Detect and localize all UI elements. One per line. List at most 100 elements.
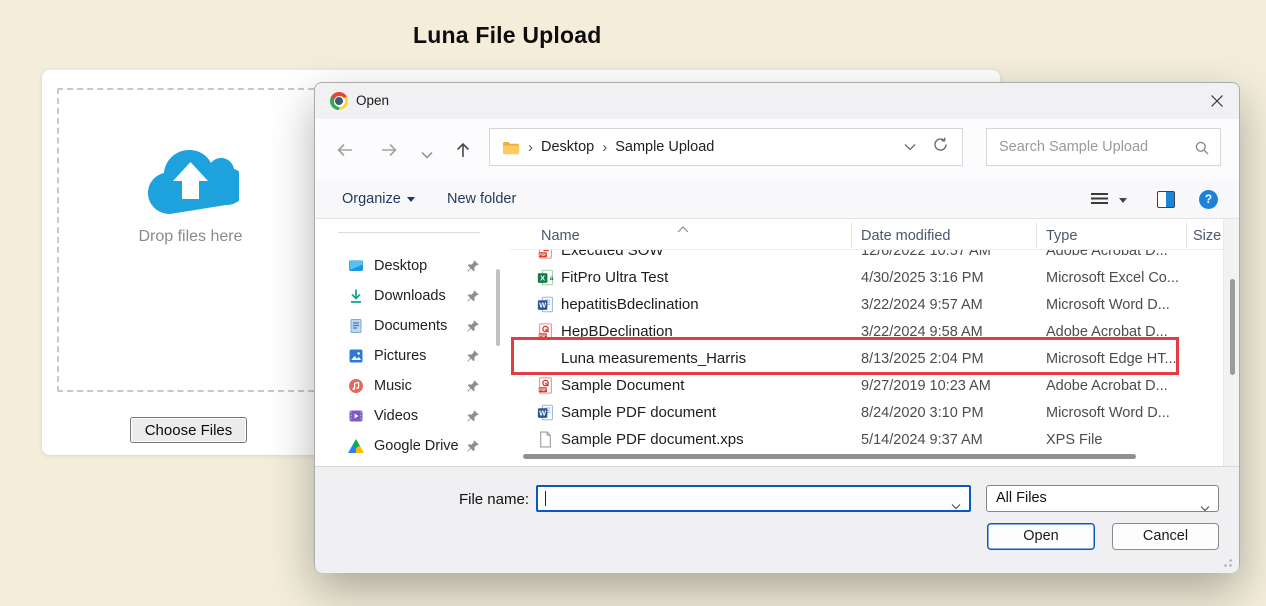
close-icon[interactable] (1208, 92, 1226, 110)
file-name: Luna measurements_Harris (561, 350, 746, 367)
dialog-navigation-bar: › Desktop › Sample Upload (315, 119, 1239, 181)
breadcrumb-item-sample-upload[interactable]: Sample Upload (615, 139, 714, 155)
text-cursor (545, 491, 546, 506)
sidebar-item-label: Music (374, 378, 412, 394)
file-name-combobox (536, 485, 971, 512)
search-input[interactable] (987, 129, 1220, 165)
vertical-scrollbar-thumb[interactable] (1230, 279, 1235, 375)
refresh-icon[interactable] (932, 136, 949, 158)
file-name: Sample Document (561, 377, 684, 394)
up-arrow-icon[interactable] (453, 140, 473, 160)
sidebar-item-documents[interactable]: Documents (348, 311, 480, 341)
organize-caret-icon (407, 197, 415, 202)
file-name-dropdown-icon[interactable] (951, 497, 961, 515)
file-type: Microsoft Word D... (1046, 297, 1170, 313)
search-box (986, 128, 1221, 166)
breadcrumb[interactable]: › Desktop › Sample Upload (489, 128, 963, 166)
word-file-icon: W (537, 296, 554, 313)
pin-icon (466, 409, 480, 423)
sidebar-item-downloads[interactable]: Downloads (348, 281, 480, 311)
breadcrumb-item-desktop[interactable]: Desktop (541, 139, 594, 155)
column-header-name[interactable]: Name (541, 228, 580, 244)
file-type-select[interactable]: All Files (986, 485, 1219, 512)
organize-menu[interactable]: Organize (342, 191, 415, 207)
file-date-modified: 8/24/2020 3:10 PM (861, 405, 984, 421)
desktop-icon (348, 258, 364, 274)
file-row-sample-pdf-document[interactable]: WSample PDF document8/24/2020 3:10 PMMic… (509, 399, 1223, 426)
open-file-dialog: Open › Des (314, 82, 1240, 572)
svg-text:W: W (539, 300, 546, 309)
pin-icon (466, 439, 480, 453)
file-name-label: File name: (447, 491, 529, 508)
file-name: FitPro Ultra Test (561, 269, 668, 286)
sidebar-item-label: Pictures (374, 348, 426, 364)
list-view-icon[interactable] (1091, 193, 1108, 206)
chevron-down-icon[interactable] (417, 146, 437, 166)
file-date-modified: 5/14/2024 9:37 AM (861, 432, 983, 448)
breadcrumb-separator: › (602, 139, 607, 156)
file-type: Adobe Acrobat D... (1046, 378, 1168, 394)
file-name: hepatitisBdeclination (561, 296, 699, 313)
pin-icon (466, 319, 480, 333)
file-type: Adobe Acrobat D... (1046, 324, 1168, 340)
folder-icon (502, 140, 520, 155)
file-row-hepbdeclination[interactable]: PDFHepBDeclination3/22/2024 9:58 AMAdobe… (509, 318, 1223, 345)
help-icon[interactable]: ? (1199, 190, 1218, 209)
choose-files-button[interactable]: Choose Files (130, 417, 247, 443)
search-icon (1194, 140, 1210, 161)
sidebar-item-desktop[interactable]: Desktop (348, 251, 480, 281)
music-icon (348, 378, 364, 394)
vertical-scrollbar-track[interactable] (1223, 219, 1239, 466)
svg-text:PDF: PDF (539, 388, 547, 392)
file-date-modified: 3/22/2024 9:58 AM (861, 324, 983, 340)
file-name: Sample PDF document (561, 404, 716, 421)
open-button[interactable]: Open (987, 523, 1095, 550)
file-name-input[interactable] (538, 487, 969, 510)
file-list: PDFExecuted SOW12/6/2022 10:57 AMAdobe A… (509, 219, 1223, 466)
forward-arrow-icon[interactable] (379, 140, 399, 160)
chrome-icon (330, 92, 348, 110)
cloud-upload-icon (142, 138, 239, 222)
pin-icon (466, 379, 480, 393)
cancel-button[interactable]: Cancel (1112, 523, 1219, 550)
sidebar-item-label: Downloads (374, 288, 446, 304)
sidebar-item-videos[interactable]: Videos (348, 401, 480, 431)
pdf-file-icon: PDF (537, 377, 554, 394)
sidebar-item-google-drive[interactable]: Google Drive ( (348, 431, 480, 461)
documents-icon (348, 318, 364, 334)
pin-icon (466, 259, 480, 273)
column-header-size[interactable]: Size (1193, 228, 1221, 244)
file-date-modified: 4/30/2025 3:16 PM (861, 270, 984, 286)
file-row-fitpro-ultra-test[interactable]: XaFitPro Ultra Test4/30/2025 3:16 PMMicr… (509, 264, 1223, 291)
preview-pane-icon[interactable] (1157, 191, 1175, 208)
xps-file-icon (537, 431, 554, 448)
column-header-type[interactable]: Type (1046, 228, 1077, 244)
view-dropdown-icon[interactable] (1119, 198, 1127, 203)
dialog-title: Open (356, 93, 389, 108)
sidebar-item-pictures[interactable]: Pictures (348, 341, 480, 371)
file-row-sample-pdf-document-xps[interactable]: Sample PDF document.xps5/14/2024 9:37 AM… (509, 426, 1223, 453)
file-type: Microsoft Edge HT... (1046, 351, 1177, 367)
file-type: Microsoft Word D... (1046, 405, 1170, 421)
svg-text:PDF: PDF (539, 334, 547, 338)
excel-file-icon: Xa (537, 269, 554, 286)
svg-text:PDF: PDF (539, 253, 547, 257)
resize-grip[interactable] (1222, 557, 1232, 567)
back-arrow-icon[interactable] (335, 140, 355, 160)
file-row-luna-measurements-harris[interactable]: Luna measurements_Harris 8/13/2025 2:04 P… (509, 345, 1223, 372)
column-header-date-modified[interactable]: Date modified (861, 228, 950, 244)
dialog-titlebar[interactable]: Open (315, 83, 1239, 119)
file-type: XPS File (1046, 432, 1102, 448)
file-row-sample-document[interactable]: PDFSample Document9/27/2019 10:23 AMAdob… (509, 372, 1223, 399)
drop-files-label: Drop files here (87, 228, 294, 246)
file-row-hepatitisbdeclination[interactable]: WhepatitisBdeclination3/22/2024 9:57 AMM… (509, 291, 1223, 318)
sidebar-divider (338, 232, 480, 233)
address-dropdown-icon[interactable] (904, 138, 916, 156)
file-date-modified: 8/13/2025 2:04 PM (861, 351, 984, 367)
page-title: Luna File Upload (413, 22, 601, 49)
new-folder-button[interactable]: New folder (447, 191, 516, 207)
downloads-icon (348, 288, 364, 304)
sidebar-item-music[interactable]: Music (348, 371, 480, 401)
sidebar-scrollbar[interactable] (496, 269, 500, 346)
horizontal-scrollbar[interactable] (523, 454, 1136, 459)
